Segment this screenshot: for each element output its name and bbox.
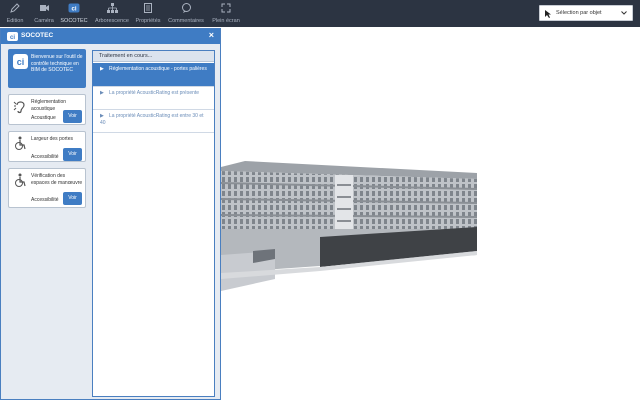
socotec-logo-icon: ci <box>7 32 18 41</box>
rule-card-title: Largeur des portes <box>31 136 73 142</box>
processing-item[interactable]: ▶ Réglementation acoustique - portes pali… <box>93 63 214 87</box>
play-icon: ▶ <box>100 90 104 96</box>
wheelchair-icon <box>15 173 26 187</box>
rule-card-tag: Accessibilité <box>31 154 59 160</box>
svg-text:ci: ci <box>17 57 25 67</box>
svg-text:ci: ci <box>10 35 15 41</box>
rule-card-title: Vérification des espaces de manœuvre <box>31 173 83 186</box>
toolbar-edition-button[interactable]: Edition <box>3 0 27 27</box>
chevron-down-icon <box>621 11 627 17</box>
tree-icon <box>92 3 132 17</box>
processing-item[interactable]: ▶ La propriété AcousticRating est présent… <box>93 87 214 110</box>
close-icon[interactable]: × <box>209 30 214 40</box>
wheelchair-icon <box>15 136 26 150</box>
building-3d-model[interactable] <box>215 155 480 291</box>
processing-header: Traitement en cours... <box>93 51 214 62</box>
rule-card-acoustic[interactable]: Réglementation acoustique Acoustique Voi… <box>8 94 86 125</box>
svg-text:ci: ci <box>71 7 76 13</box>
comments-icon <box>166 3 206 17</box>
properties-icon <box>134 3 162 17</box>
toolbar-camera-button[interactable]: Caméra <box>31 0 57 27</box>
welcome-card: ci Bienvenue sur l'outil de contrôle tec… <box>8 49 86 88</box>
socotec-logo-icon: ci <box>13 54 28 69</box>
rule-card-door-width[interactable]: Largeur des portes Accessibilité Voir <box>8 131 86 162</box>
selection-mode-select[interactable]: Sélection par objet <box>539 5 633 21</box>
toolbar-fullscreen-button[interactable]: Plein écran <box>210 0 242 27</box>
processing-item[interactable]: ▶ La propriété AcousticRating est entre 3… <box>93 110 214 133</box>
panel-title: SOCOTEC <box>21 32 54 39</box>
play-icon: ▶ <box>100 66 104 72</box>
selection-mode-value: Sélection par objet <box>556 10 602 16</box>
ear-icon <box>13 101 25 114</box>
cursor-arrow-icon <box>545 10 552 20</box>
toolbar-properties-button[interactable]: Propriétés <box>134 0 162 27</box>
fullscreen-icon <box>210 3 242 17</box>
top-toolbar: Edition Caméra ci SOCOTEC Arborescence P… <box>0 0 640 27</box>
toolbar-tree-button[interactable]: Arborescence <box>92 0 132 27</box>
view-acoustic-button[interactable]: Voir <box>63 110 82 123</box>
socotec-icon: ci <box>60 3 88 17</box>
play-icon: ▶ <box>100 113 104 119</box>
rule-card-maneuver-space[interactable]: Vérification des espaces de manœuvre Acc… <box>8 168 86 208</box>
socotec-panel: ci SOCOTEC × ci Bienvenue sur l'outil de… <box>0 28 221 400</box>
welcome-text: Bienvenue sur l'outil de contrôle techni… <box>31 54 83 73</box>
view-maneuver-button[interactable]: Voir <box>63 192 82 205</box>
view-door-width-button[interactable]: Voir <box>63 148 82 161</box>
processing-panel: Traitement en cours... ▶ Réglementation a… <box>92 50 215 397</box>
panel-header: ci SOCOTEC × <box>1 29 220 44</box>
toolbar-socotec-button[interactable]: ci SOCOTEC <box>60 0 88 27</box>
rule-card-tag: Accessibilité <box>31 197 59 203</box>
rule-card-tag: Acoustique <box>31 115 56 121</box>
camera-icon <box>31 3 57 17</box>
toolbar-comments-button[interactable]: Commentaires <box>166 0 206 27</box>
pencil-icon <box>3 3 27 17</box>
